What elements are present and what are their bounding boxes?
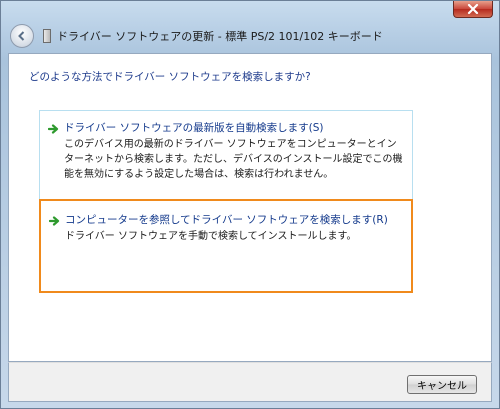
auto-search-option[interactable]: ドライバー ソフトウェアの最新版を自動検索します(S) このデバイス用の最新のド… — [39, 110, 413, 200]
titlebar: ドライバー ソフトウェアの更新 - 標準 PS/2 101/102 キーボード — [8, 21, 492, 51]
auto-search-description: このデバイス用の最新のドライバー ソフトウェアをコンピューターとインターネットか… — [64, 139, 403, 180]
browse-computer-title: コンピューターを参照してドライバー ソフトウェアを検索します(R) — [65, 214, 388, 226]
auto-search-title: ドライバー ソフトウェアの最新版を自動検索します(S) — [64, 122, 324, 134]
back-button[interactable] — [10, 24, 34, 48]
close-button[interactable] — [453, 1, 493, 18]
cancel-button[interactable]: キャンセル — [407, 375, 477, 394]
green-arrow-icon — [49, 216, 60, 226]
question-text: どのような方法でドライバー ソフトウェアを検索しますか? — [29, 71, 311, 83]
window-title: ドライバー ソフトウェアの更新 - 標準 PS/2 101/102 キーボード — [57, 30, 383, 43]
browse-computer-option[interactable]: コンピューターを参照してドライバー ソフトウェアを検索します(R) ドライバー … — [39, 199, 413, 293]
dialog-footer: キャンセル — [8, 362, 492, 402]
browse-computer-description: ドライバー ソフトウェアを手動で検索してインストールします。 — [65, 231, 357, 242]
back-arrow-icon — [18, 31, 25, 41]
close-icon — [467, 4, 479, 14]
device-icon — [43, 29, 51, 43]
content-panel: どのような方法でドライバー ソフトウェアを検索しますか? ドライバー ソフトウェ… — [8, 53, 492, 362]
green-arrow-icon — [48, 124, 59, 134]
dialog-window: ドライバー ソフトウェアの更新 - 標準 PS/2 101/102 キーボード … — [0, 0, 500, 409]
